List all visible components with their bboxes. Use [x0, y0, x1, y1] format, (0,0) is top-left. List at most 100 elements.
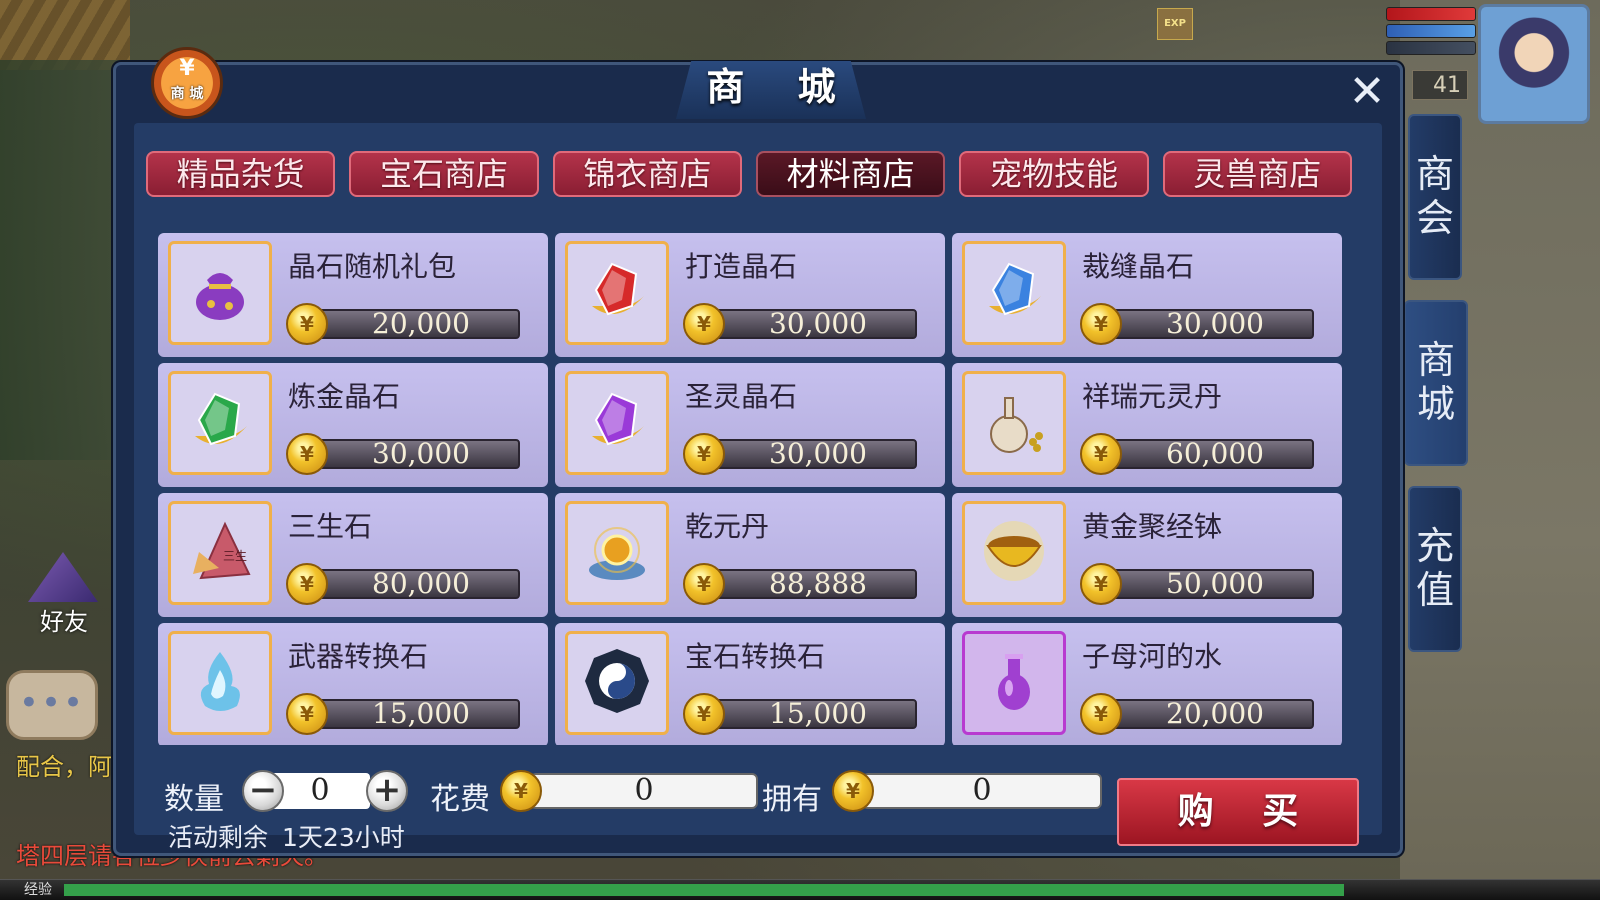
item-card[interactable]: 武器转换石 15,000 ¥	[158, 623, 548, 745]
tab-gem-shop[interactable]: 宝石商店	[349, 151, 539, 197]
item-icon-frame	[962, 371, 1066, 475]
item-name: 三生石	[288, 510, 373, 543]
item-name: 晶石随机礼包	[288, 250, 457, 283]
item-name: 打造晶石	[685, 250, 798, 283]
item-name: 圣灵晶石	[685, 380, 798, 413]
item-price: 30,000	[1102, 309, 1314, 339]
event-remaining-time: 1天23小时	[282, 823, 405, 852]
mp-bar	[1386, 24, 1476, 38]
item-price: 88,888	[705, 569, 917, 599]
item-name: 子母河的水	[1082, 640, 1223, 673]
side-tab-recharge[interactable]: 充值	[1408, 486, 1462, 652]
friends-button[interactable]: 好友	[18, 552, 110, 642]
item-name: 乾元丹	[685, 510, 770, 543]
item-card[interactable]: 祥瑞元灵丹 60,000 ¥	[952, 363, 1342, 487]
shop-badge-label: 商 城	[170, 86, 204, 102]
item-card[interactable]: 炼金晶石 30,000 ¥	[158, 363, 548, 487]
coin-icon: ¥	[683, 563, 725, 605]
golden-bowl-icon	[979, 516, 1049, 590]
item-name: 祥瑞元灵丹	[1082, 380, 1223, 413]
item-card[interactable]: 打造晶石 30,000 ¥	[555, 233, 945, 357]
item-price: 20,000	[1102, 699, 1314, 729]
item-price: 80,000	[308, 569, 520, 599]
event-remaining-label: 活动剩余	[168, 823, 269, 852]
hp-bar	[1386, 7, 1476, 21]
sansheng-stone-icon: 三生	[185, 516, 255, 590]
chat-button[interactable]: •••	[6, 670, 98, 740]
item-icon-frame	[962, 241, 1066, 345]
coin-icon: ¥	[500, 770, 542, 812]
exp-bonus-icon[interactable]: EXP	[1157, 8, 1193, 40]
tab-spirit-beast-shop[interactable]: 灵兽商店	[1162, 151, 1352, 197]
close-button[interactable]: ✕	[1344, 69, 1390, 115]
buy-button[interactable]: 购 买	[1117, 778, 1359, 846]
golden-orb-icon	[582, 516, 652, 590]
coin-icon: ¥	[832, 770, 874, 812]
experience-bar: 经验	[0, 879, 1600, 900]
item-price: 60,000	[1102, 439, 1314, 469]
purple-vase-icon	[979, 646, 1049, 720]
svg-text:三生: 三生	[223, 549, 247, 563]
item-icon-frame	[168, 631, 272, 735]
tab-pet-skills[interactable]: 宠物技能	[959, 151, 1149, 197]
experience-fill	[64, 884, 1344, 896]
item-icon-frame	[565, 371, 669, 475]
cost-field: 0	[530, 773, 758, 809]
purple-lightning-crystal-icon	[582, 386, 652, 460]
tab-material-shop[interactable]: 材料商店	[755, 151, 946, 197]
experience-label: 经验	[24, 882, 52, 898]
item-card[interactable]: 圣灵晶石 30,000 ¥	[555, 363, 945, 487]
player-avatar[interactable]	[1478, 4, 1590, 124]
item-icon-frame	[962, 501, 1066, 605]
coin-icon: ¥	[286, 433, 328, 475]
side-tab-guild[interactable]: 商会	[1408, 114, 1462, 280]
item-card[interactable]: 三生 三生石 80,000 ¥	[158, 493, 548, 617]
player-level: 41	[1412, 70, 1468, 100]
item-name: 宝石转换石	[685, 640, 826, 673]
tab-general-goods[interactable]: 精品杂货	[146, 151, 336, 197]
item-price: 15,000	[705, 699, 917, 729]
coin-icon: ¥	[286, 693, 328, 735]
item-icon-frame	[565, 501, 669, 605]
shop-category-tabs: 精品杂货 宝石商店 锦衣商店 材料商店 宠物技能 灵兽商店	[146, 151, 1352, 197]
item-name: 黄金聚经钵	[1082, 510, 1223, 543]
anger-bar	[1386, 41, 1476, 55]
quantity-plus-button[interactable]: +	[366, 770, 408, 812]
side-tab-shop[interactable]: 商城	[1404, 300, 1468, 466]
item-price: 50,000	[1102, 569, 1314, 599]
item-price: 30,000	[705, 439, 917, 469]
quantity-minus-button[interactable]: −	[242, 770, 284, 812]
cost-label: 花费	[430, 782, 490, 817]
item-card[interactable]: 晶石随机礼包 20,000 ¥	[158, 233, 548, 357]
panel-title: 商 城	[676, 61, 866, 119]
friend-hat-icon	[28, 552, 98, 602]
coin-icon: ¥	[286, 563, 328, 605]
coin-icon: ¥	[1080, 303, 1122, 345]
blue-snowflake-crystal-icon	[979, 256, 1049, 330]
item-name: 武器转换石	[288, 640, 429, 673]
coin-icon: ¥	[683, 693, 725, 735]
shop-panel: 商 城 ¥ 商 城 ✕ 精品杂货 宝石商店 锦衣商店 材料商店 宠物技能 灵兽商…	[113, 47, 1403, 856]
player-status-bars	[1386, 4, 1476, 70]
item-card[interactable]: 子母河的水 20,000 ¥	[952, 623, 1342, 745]
shop-badge-icon: ¥ 商 城	[151, 47, 223, 119]
quantity-label: 数量	[164, 782, 224, 817]
item-card[interactable]: 裁缝晶石 30,000 ¥	[952, 233, 1342, 357]
item-price: 20,000	[308, 309, 520, 339]
item-grid: 晶石随机礼包 20,000 ¥ 打造晶石 30,000 ¥ 裁缝晶石 30,00…	[158, 233, 1342, 745]
item-card[interactable]: 黄金聚经钵 50,000 ¥	[952, 493, 1342, 617]
background-wall	[0, 60, 120, 460]
coin-icon: ¥	[683, 303, 725, 345]
owned-label: 拥有	[762, 782, 822, 817]
item-card[interactable]: 宝石转换石 15,000 ¥	[555, 623, 945, 745]
friends-label: 好友	[40, 608, 88, 636]
red-crystal-icon	[582, 256, 652, 330]
item-icon-frame	[962, 631, 1066, 735]
item-name: 炼金晶石	[288, 380, 401, 413]
tab-outfit-shop[interactable]: 锦衣商店	[552, 151, 742, 197]
item-icon-frame	[168, 371, 272, 475]
item-card[interactable]: 乾元丹 88,888 ¥	[555, 493, 945, 617]
quantity-input[interactable]: 0	[270, 773, 370, 809]
coin-icon: ¥	[286, 303, 328, 345]
coin-icon: ¥	[1080, 693, 1122, 735]
